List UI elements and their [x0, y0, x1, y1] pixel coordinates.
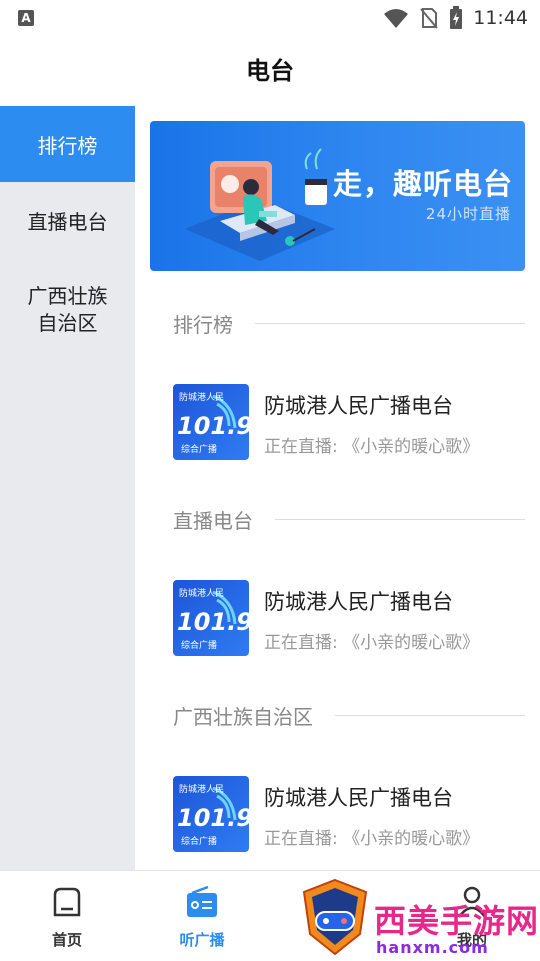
nav-label: 首页: [51, 931, 82, 949]
status-bar: A 11:44: [0, 0, 540, 36]
section-header-live-radio: 直播电台: [173, 504, 525, 534]
station-item[interactable]: 防城港人民 101.9 综合广播 防城港人民广播电台 正在直播: 《小亲的暖心歌…: [173, 384, 525, 460]
page-title: 电台: [246, 57, 294, 85]
banner-subtitle: 24小时直播: [425, 205, 511, 223]
watermark-text: 西美手游网: [374, 902, 540, 940]
sidebar-item-label: 广西壮族自治区: [27, 284, 108, 335]
sidebar-item-live-radio[interactable]: 直播电台: [0, 182, 135, 258]
station-item[interactable]: 防城港人民 101.9 综合广播 防城港人民广播电台 正在直播: 《小亲的暖心歌…: [173, 580, 525, 656]
sidebar-item-label: 直播电台: [27, 209, 108, 234]
station-logo: 防城港人民 101.9 综合广播: [173, 776, 249, 852]
app-notification-icon: A: [18, 10, 34, 26]
station-item[interactable]: 防城港人民 101.9 综合广播 防城港人民广播电台 正在直播: 《小亲的暖心歌…: [173, 776, 525, 852]
station-status: 正在直播: 《小亲的暖心歌》: [264, 437, 480, 457]
title-bar: 电台: [0, 36, 540, 106]
station-logo: 防城港人民 101.9 综合广播: [173, 580, 249, 656]
sidebar-item-label: 排行榜: [37, 133, 98, 158]
station-logo: 防城港人民 101.9 综合广播: [173, 384, 249, 460]
logo-top-text: 防城港人民: [179, 783, 224, 795]
logo-top-text: 防城港人民: [179, 391, 224, 403]
logo-sub-text: 综合广播: [181, 639, 217, 651]
logo-sub-text: 综合广播: [181, 443, 217, 455]
logo-freq-text: 101.9: [177, 412, 249, 440]
section-divider: [255, 322, 525, 324]
status-icons: 11:44: [383, 6, 528, 30]
station-name: 防城港人民广播电台: [264, 786, 453, 810]
sidebar-item-ranking[interactable]: 排行榜: [0, 106, 135, 182]
station-status: 正在直播: 《小亲的暖心歌》: [264, 829, 480, 849]
section-header-ranking: 排行榜: [173, 308, 525, 338]
nav-label: 听广播: [179, 931, 225, 949]
logo-freq-text: 101.9: [177, 804, 249, 832]
watermark-url: hanxm.com: [376, 938, 489, 957]
section-label: 直播电台: [173, 508, 253, 533]
section-divider: [335, 714, 525, 716]
logo-freq-text: 101.9: [177, 608, 249, 636]
section-label: 广西壮族自治区: [173, 704, 313, 729]
sidebar-item-guangxi[interactable]: 广西壮族自治区: [0, 258, 135, 362]
main-content: 走，趣听电台 24小时直播 排行榜 防城港人民 101.9 综合广播 防城港人民…: [135, 106, 540, 870]
watermark-shield-logo: [302, 878, 368, 956]
logo-top-text: 防城港人民: [179, 587, 224, 599]
nav-home[interactable]: 首页: [17, 871, 117, 961]
section-divider: [275, 518, 525, 520]
radio-icon: [187, 885, 217, 917]
station-name: 防城港人民广播电台: [264, 394, 453, 418]
logo-sub-text: 综合广播: [181, 835, 217, 847]
sidebar: 排行榜 直播电台 广西壮族自治区: [0, 106, 135, 870]
home-icon: [53, 887, 81, 917]
section-label: 排行榜: [173, 312, 233, 337]
person-listening-illustration: [185, 148, 335, 261]
wifi-icon: [384, 9, 409, 28]
section-header-guangxi: 广西壮族自治区: [173, 700, 525, 730]
station-name: 防城港人民广播电台: [264, 590, 453, 614]
status-time: 11:44: [473, 7, 528, 29]
banner-title: 走，趣听电台: [332, 167, 513, 201]
no-sim-icon: [420, 8, 438, 29]
station-status: 正在直播: 《小亲的暖心歌》: [264, 633, 480, 653]
nav-radio[interactable]: 听广播: [152, 871, 252, 961]
promo-banner[interactable]: 走，趣听电台 24小时直播: [150, 121, 525, 271]
battery-charging-icon: [450, 6, 463, 29]
